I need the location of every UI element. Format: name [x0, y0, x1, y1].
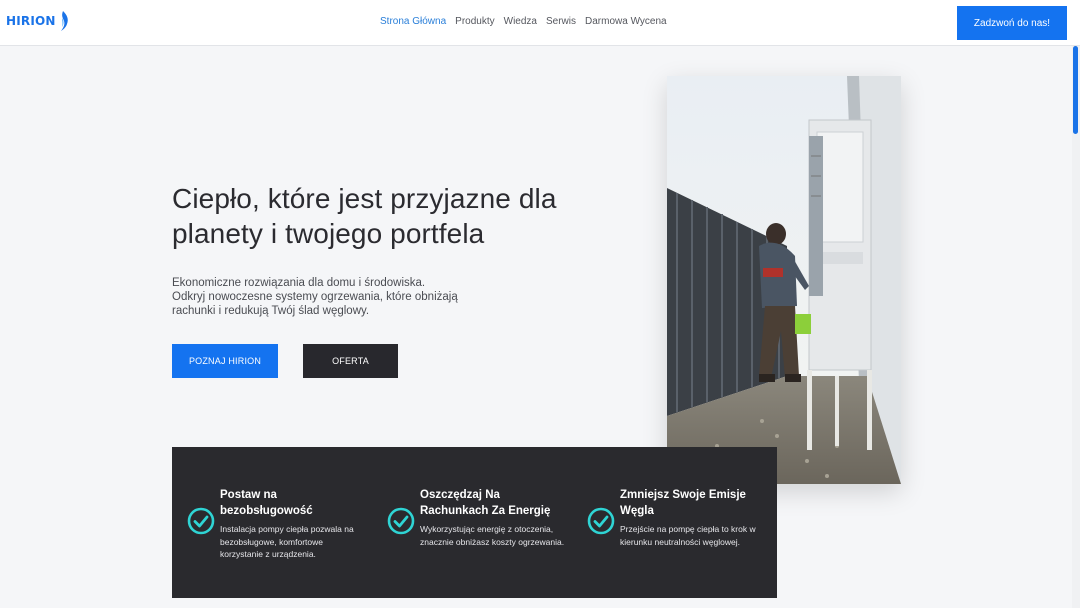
- feature-title: Oszczędzaj Na Rachunkach Za Energię: [420, 487, 580, 519]
- feature-text-line-1: Wykorzystując energię z otoczenia,: [420, 524, 554, 534]
- discover-hirion-button[interactable]: POZNAJ HIRION: [172, 344, 278, 378]
- check-circle-icon: [587, 507, 615, 535]
- check-circle-icon: [187, 507, 215, 535]
- site-header: HIRION Strona Główna Produkty Wiedza Ser…: [0, 0, 1080, 46]
- photo-illustration: [667, 76, 901, 484]
- feature-maintenance-free: Postaw na bezobsługowość Instalacja pomp…: [187, 487, 370, 561]
- feature-title-line-1: Postaw na: [220, 489, 277, 501]
- hero-description: Ekonomiczne rozwiązania dla domu i środo…: [172, 276, 492, 318]
- feature-title-line-2: Węgla: [620, 505, 654, 517]
- nav-free-quote[interactable]: Darmowa Wycena: [585, 16, 667, 27]
- scrollbar-thumb[interactable]: [1073, 46, 1078, 134]
- page-scrollbar[interactable]: [1072, 46, 1080, 608]
- nav-knowledge[interactable]: Wiedza: [504, 16, 537, 27]
- logo[interactable]: HIRION: [6, 9, 70, 33]
- feature-text-line-1: Przejście na pompę ciepła to krok w: [620, 524, 756, 534]
- hero-title-line-1: Ciepło, które jest przyjazne dla: [172, 183, 557, 214]
- feature-title: Postaw na bezobsługowość: [220, 487, 370, 519]
- feature-text-line-1: Instalacja pompy ciepła pozwala na: [220, 524, 354, 534]
- flame-icon: [60, 11, 68, 31]
- hero-title: Ciepło, które jest przyjazne dla planety…: [172, 181, 642, 251]
- logo-text: HIRION: [6, 14, 56, 28]
- feature-text-line-2: bezobsługowe, komfortowe: [220, 536, 324, 547]
- feature-title-line-1: Zmniejsz Swoje Emisje: [620, 489, 746, 501]
- nav-products[interactable]: Produkty: [455, 16, 494, 27]
- hero-desc-line-3: rachunki i redukują Twój ślad węglowy.: [172, 305, 370, 317]
- feature-text: Instalacja pompy ciepła pozwala na bezob…: [220, 523, 370, 561]
- feature-text-line-2: znacznie obniżasz koszty ogrzewania.: [420, 536, 565, 547]
- feature-save-energy-bills: Oszczędzaj Na Rachunkach Za Energię Wyko…: [387, 487, 580, 548]
- feature-title-line-1: Oszczędzaj Na: [420, 489, 500, 501]
- hero-desc-line-2: Odkryj nowoczesne systemy ogrzewania, kt…: [172, 291, 458, 303]
- hero-desc-line-1: Ekonomiczne rozwiązania dla domu i środo…: [172, 277, 426, 289]
- hero-photo-technician-heat-pump: [667, 76, 901, 484]
- feature-title-line-2: Rachunkach Za Energię: [420, 505, 551, 517]
- feature-text: Przejście na pompę ciepła to krok w kier…: [620, 523, 770, 548]
- feature-text-line-3: korzystanie z urządzenia.: [220, 549, 316, 559]
- call-us-button[interactable]: Zadzwoń do nas!: [957, 6, 1067, 40]
- feature-reduce-emissions: Zmniejsz Swoje Emisje Węgla Przejście na…: [587, 487, 770, 548]
- check-circle-icon: [387, 507, 415, 535]
- feature-title-line-2: bezobsługowość: [220, 505, 313, 517]
- feature-title: Zmniejsz Swoje Emisje Węgla: [620, 487, 770, 519]
- offer-button[interactable]: OFERTA: [303, 344, 398, 378]
- feature-text-line-2: kierunku neutralności węglowej.: [620, 536, 741, 547]
- main-nav: Strona Główna Produkty Wiedza Serwis Dar…: [380, 16, 667, 27]
- hero-title-line-2: planety i twojego portfela: [172, 218, 485, 249]
- nav-service[interactable]: Serwis: [546, 16, 576, 27]
- features-panel: Postaw na bezobsługowość Instalacja pomp…: [172, 447, 777, 598]
- feature-text: Wykorzystując energię z otoczenia, znacz…: [420, 523, 580, 548]
- nav-home[interactable]: Strona Główna: [380, 16, 446, 27]
